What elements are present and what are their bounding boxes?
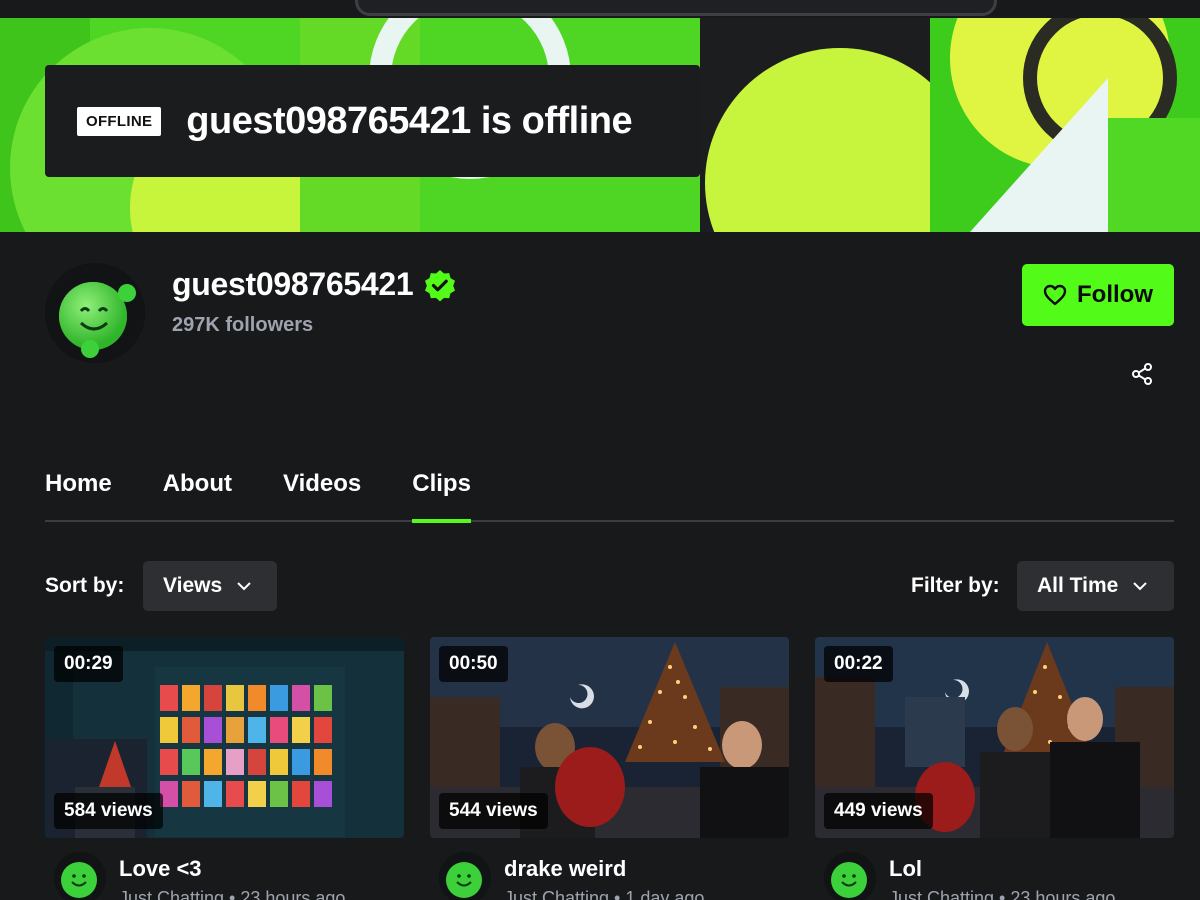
share-icon: [1132, 363, 1152, 385]
chevron-down-icon: [1133, 582, 1148, 591]
clip-card[interactable]: 00:22 449 views Lol Just Chatting • 23 h…: [815, 637, 1174, 900]
follow-button[interactable]: Follow: [1022, 264, 1174, 326]
clip-info: drake weird Just Chatting • 1 day ago: [430, 850, 789, 900]
clip-thumbnail[interactable]: 00:50 544 views: [430, 637, 789, 838]
clip-avatar[interactable]: [54, 852, 106, 900]
follower-count: 297K followers: [172, 314, 314, 336]
sort-value: Views: [163, 574, 223, 597]
clip-info: Lol Just Chatting • 23 hours ago: [815, 850, 1174, 900]
clip-title[interactable]: Love <3: [119, 856, 202, 882]
clip-thumbnail[interactable]: 00:22 449 views: [815, 637, 1174, 838]
clip-duration: 00:50: [439, 646, 508, 682]
sort-dropdown[interactable]: Views: [143, 561, 277, 611]
sort-label: Sort by:: [45, 574, 125, 597]
chevron-down-icon: [237, 582, 251, 591]
channel-banner: OFFLINE guest098765421 is offline: [0, 18, 1200, 232]
clip-title[interactable]: drake weird: [504, 856, 626, 882]
share-button[interactable]: [1130, 362, 1154, 386]
follow-button-label: Follow: [1077, 281, 1153, 308]
offline-panel: OFFLINE guest098765421 is offline: [45, 65, 700, 177]
offline-message: guest098765421 is offline: [186, 99, 633, 142]
top-bar: [0, 0, 1200, 18]
clip-thumbnail[interactable]: 00:29 584 views: [45, 637, 404, 838]
clip-meta: Just Chatting • 23 hours ago: [119, 888, 346, 900]
clip-duration: 00:29: [54, 646, 123, 682]
clip-views: 584 views: [54, 793, 163, 829]
channel-avatar[interactable]: [45, 263, 145, 363]
tab-videos[interactable]: Videos: [283, 462, 361, 520]
filter-value: All Time: [1037, 574, 1119, 597]
offline-badge: OFFLINE: [77, 106, 162, 136]
clip-card[interactable]: 00:29 584 views Love <3 Just Chatting • …: [45, 637, 404, 900]
clip-meta: Just Chatting • 1 day ago: [504, 888, 705, 900]
clip-duration: 00:22: [824, 646, 893, 682]
clip-meta: Just Chatting • 23 hours ago: [889, 888, 1116, 900]
clip-title[interactable]: Lol: [889, 856, 922, 882]
heart-icon: [1043, 284, 1067, 306]
clip-info: Love <3 Just Chatting • 23 hours ago: [45, 850, 404, 900]
tab-clips[interactable]: Clips: [412, 462, 471, 523]
filter-label: Filter by:: [911, 574, 1000, 597]
clip-views: 449 views: [824, 793, 933, 829]
verified-badge-icon: [423, 268, 457, 302]
channel-tabs: Home About Videos Clips: [45, 462, 1174, 523]
clip-views: 544 views: [439, 793, 548, 829]
search-bar[interactable]: [355, 0, 997, 16]
channel-name: guest098765421: [172, 266, 457, 303]
clip-card[interactable]: 00:50 544 views drake weird Just Chattin…: [430, 637, 789, 900]
clip-avatar[interactable]: [439, 852, 491, 900]
tab-about[interactable]: About: [163, 462, 232, 520]
tab-home[interactable]: Home: [45, 462, 112, 520]
channel-name-text: guest098765421: [172, 266, 414, 302]
filter-dropdown[interactable]: All Time: [1017, 561, 1174, 611]
clip-avatar[interactable]: [824, 852, 876, 900]
